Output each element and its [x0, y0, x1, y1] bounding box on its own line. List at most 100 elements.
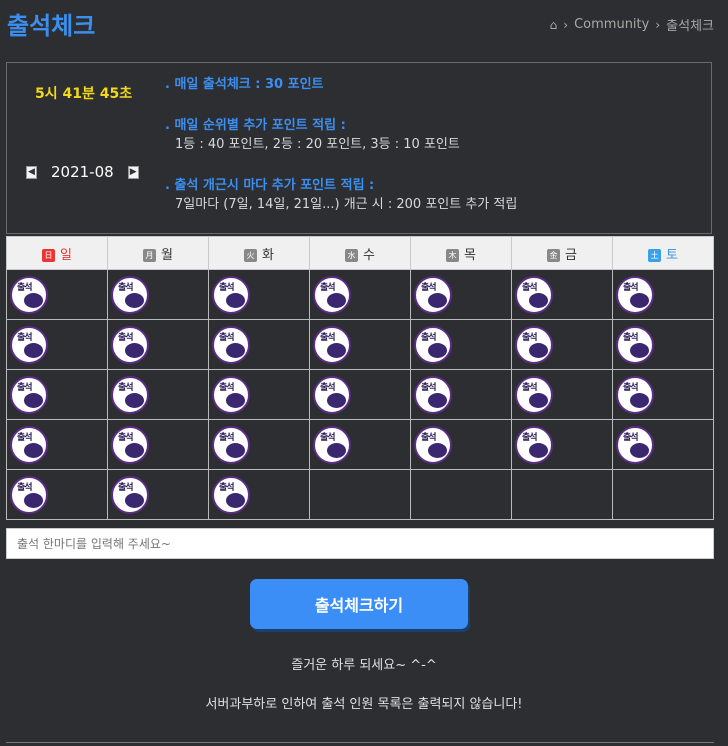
divider [6, 742, 714, 743]
calendar-day-cell: 출석 [107, 319, 209, 370]
calendar-day-cell: 출석 [309, 369, 411, 420]
home-icon[interactable]: ⌂ [550, 18, 558, 32]
calendar-day-cell: 출석 [107, 419, 209, 470]
attendance-stamp-icon: 출석 [10, 275, 48, 314]
breadcrumb-current: 출석체크 [666, 19, 714, 34]
greeting-message: 즐거운 하루 되세요~ ^-^ [291, 658, 437, 673]
calendar-day-cell: 출석 [6, 369, 108, 420]
attendance-stamp-icon: 출석 [10, 475, 48, 514]
stamp-text: 출석 [17, 382, 33, 393]
attendance-stamp-icon: 출석 [111, 475, 149, 514]
attendance-stamp-icon: 출석 [212, 325, 250, 364]
stamp-text: 출석 [522, 332, 538, 343]
attendance-stamp-icon: 출석 [414, 375, 452, 414]
attendance-stamp-icon: 출석 [10, 325, 48, 364]
calendar-day-cell: 출석 [6, 269, 108, 320]
calendar-day-cell [309, 469, 411, 520]
calendar-day-cell: 출석 [410, 369, 512, 420]
breadcrumb: ⌂ › Community › 출석체크 [550, 15, 714, 34]
day-header: 土토 [612, 236, 714, 270]
calendar-day-cell: 출석 [410, 319, 512, 370]
stamp-text: 출석 [118, 332, 134, 343]
stamp-face [226, 292, 245, 308]
page-title: 출석체크 [7, 12, 96, 40]
day-header: 水수 [309, 236, 411, 270]
next-month-button[interactable]: ▶ [127, 165, 139, 179]
calendar-day-cell [612, 469, 714, 520]
attendance-stamp-icon: 출석 [10, 375, 48, 414]
attendance-stamp-icon: 출석 [313, 375, 351, 414]
breadcrumb-community[interactable]: Community [574, 17, 649, 32]
calendar-day-cell: 출석 [511, 319, 613, 370]
stamp-face [327, 342, 346, 358]
stamp-text: 출석 [320, 382, 336, 393]
attendance-check-button[interactable]: 출석체크하기 [250, 579, 468, 629]
day-header: 木목 [410, 236, 512, 270]
attendance-stamp-icon: 출석 [313, 425, 351, 464]
rule-streak-heading: . 출석 개근시 마다 추가 포인트 적립 : [165, 178, 375, 193]
calendar-day-cell: 출석 [612, 319, 714, 370]
stamp-face [24, 342, 43, 358]
day-badge-icon: 金 [547, 248, 561, 262]
stamp-face [24, 492, 43, 508]
day-badge-icon: 土 [648, 248, 662, 262]
calendar-day-cell: 출석 [208, 269, 310, 320]
stamp-text: 출석 [320, 432, 336, 443]
stamp-text: 출석 [219, 432, 235, 443]
current-month: 2021-08 [51, 163, 114, 181]
calendar-day-cell: 출석 [612, 419, 714, 470]
day-header: 火화 [208, 236, 310, 270]
stamp-face [125, 292, 144, 308]
stamp-face [529, 292, 548, 308]
calendar-day-cell: 출석 [511, 369, 613, 420]
server-notice-message: 서버과부하로 인하여 출석 인원 목록은 출력되지 않습니다! [205, 697, 523, 712]
attendance-stamp-icon: 출석 [111, 375, 149, 414]
attendance-calendar: 日일月월火화水수木목金금土토 출석 출석 출석 출석 출석 출석 출석 출석 출석 출석 출석 출석 출… [6, 236, 714, 520]
calendar-day-cell: 출석 [612, 369, 714, 420]
day-badge-icon: 日 [42, 248, 56, 262]
attendance-stamp-icon: 출석 [10, 425, 48, 464]
stamp-face [529, 392, 548, 408]
stamp-face [630, 392, 649, 408]
attendance-stamp-icon: 출석 [212, 275, 250, 314]
prev-month-button[interactable]: ◀ [26, 165, 37, 179]
calendar-week-row: 출석 출석 출석 출석 출석 출석 출석 [6, 319, 714, 370]
attendance-stamp-icon: 출석 [111, 425, 149, 464]
attendance-comment-input[interactable] [6, 528, 714, 559]
stamp-face [24, 442, 43, 458]
calendar-day-cell: 출석 [410, 269, 512, 320]
calendar-day-cell: 출석 [511, 269, 613, 320]
calendar-day-cell: 출석 [107, 269, 209, 320]
attendance-stamp-icon: 출석 [515, 425, 553, 464]
attendance-stamp-icon: 출석 [212, 475, 250, 514]
stamp-face [428, 392, 447, 408]
attendance-stamp-icon: 출석 [414, 325, 452, 364]
attendance-stamp-icon: 출석 [616, 275, 654, 314]
calendar-day-cell: 출석 [208, 319, 310, 370]
day-badge-icon: 火 [244, 248, 258, 262]
rule-daily-heading: . 매일 출석체크 : 30 포인트 [165, 77, 324, 92]
calendar-day-cell [410, 469, 512, 520]
attendance-stamp-icon: 출석 [111, 325, 149, 364]
stamp-text: 출석 [118, 282, 134, 293]
stamp-text: 출석 [623, 332, 639, 343]
stamp-face [125, 392, 144, 408]
attendance-stamp-icon: 출석 [616, 325, 654, 364]
attendance-stamp-icon: 출석 [414, 425, 452, 464]
chevron-right-icon: › [563, 17, 569, 32]
chevron-left-icon: ◀ [28, 167, 35, 177]
stamp-text: 출석 [219, 482, 235, 493]
calendar-day-cell: 출석 [410, 419, 512, 470]
stamp-face [226, 492, 245, 508]
calendar-day-cell: 출석 [208, 419, 310, 470]
calendar-day-cell: 출석 [208, 369, 310, 420]
stamp-text: 출석 [219, 282, 235, 293]
stamp-text: 출석 [219, 332, 235, 343]
stamp-face [529, 442, 548, 458]
stamp-face [327, 292, 346, 308]
calendar-week-row: 출석 출석 출석 출석 출석 출석 출석 [6, 369, 714, 420]
stamp-face [327, 392, 346, 408]
day-badge-icon: 水 [345, 248, 359, 262]
stamp-face [529, 342, 548, 358]
calendar-day-cell: 출석 [107, 469, 209, 520]
